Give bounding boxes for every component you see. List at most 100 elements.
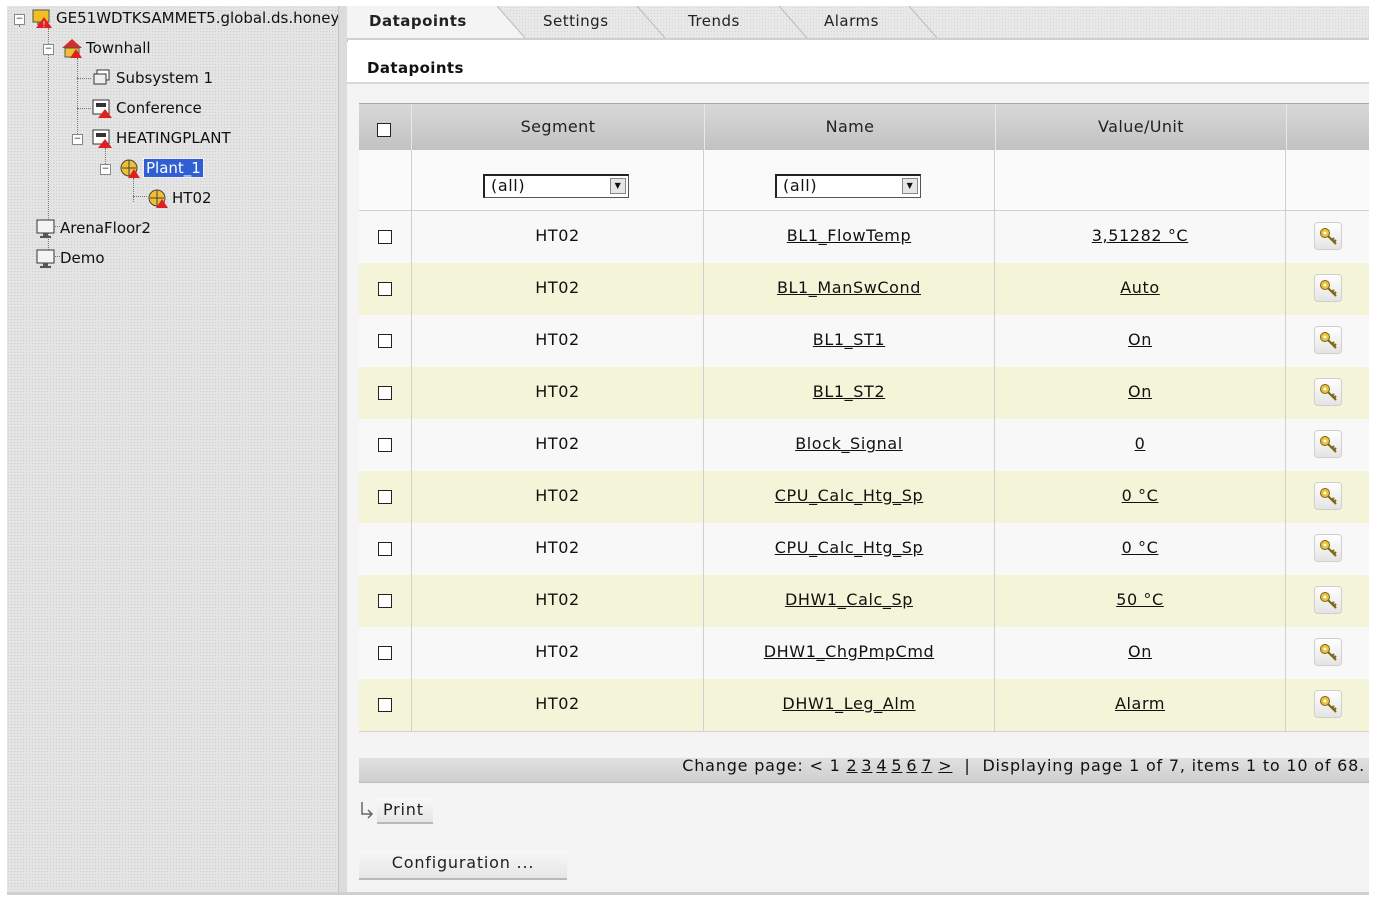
key-icon[interactable] <box>1313 430 1342 458</box>
pager-prev[interactable]: < <box>809 756 823 775</box>
datapoint-value-link[interactable]: Auto <box>1120 278 1160 297</box>
key-icon[interactable] <box>1313 638 1342 666</box>
row-checkbox[interactable] <box>378 593 392 608</box>
tree-item-subsystem-1[interactable]: Subsystem 1 <box>91 66 213 90</box>
collapse-toggle[interactable]: − <box>43 44 54 55</box>
row-checkbox[interactable] <box>378 489 392 504</box>
tab-label: Alarms <box>824 12 879 30</box>
datapoint-name-link[interactable]: Block_Signal <box>795 434 903 453</box>
row-checkbox[interactable] <box>378 645 392 660</box>
key-icon[interactable] <box>1313 274 1342 302</box>
tree-item-arenafloor2[interactable]: ArenaFloor2 <box>35 216 151 240</box>
tree-item-root[interactable]: ! GE51WDTKSAMMET5.global.ds.honey <box>31 6 339 30</box>
segment-cell: HT02 <box>412 627 704 679</box>
row-checkbox[interactable] <box>378 281 392 296</box>
pager-page-link[interactable]: 2 <box>846 756 857 775</box>
datapoint-name-link[interactable]: BL1_ST1 <box>813 330 885 349</box>
datapoint-value-link[interactable]: Alarm <box>1115 694 1165 713</box>
pager-next[interactable]: > <box>938 756 952 775</box>
datapoint-value-link[interactable]: On <box>1128 642 1152 661</box>
print-button[interactable]: Print <box>377 798 433 824</box>
row-checkbox[interactable] <box>378 541 392 556</box>
key-icon[interactable] <box>1313 378 1342 406</box>
pager-page-link[interactable]: 3 <box>861 756 872 775</box>
collapse-toggle[interactable]: − <box>72 134 83 145</box>
segment-cell: HT02 <box>412 471 704 523</box>
tab-settings[interactable]: Settings <box>543 6 609 38</box>
row-checkbox[interactable] <box>378 333 392 348</box>
row-select-cell <box>359 627 412 679</box>
svg-text:!: ! <box>42 20 45 29</box>
tree-item-townhall[interactable]: Townhall <box>61 36 151 60</box>
segment-alarm-icon <box>147 187 169 209</box>
key-icon[interactable] <box>1313 586 1342 614</box>
action-cell <box>1286 315 1369 367</box>
collapse-toggle[interactable]: − <box>14 14 25 25</box>
tree-label: GE51WDTKSAMMET5.global.ds.honey <box>56 9 340 27</box>
row-checkbox[interactable] <box>378 385 392 400</box>
row-checkbox[interactable] <box>378 229 392 244</box>
datapoint-name-link[interactable]: DHW1_Leg_Alm <box>782 694 915 713</box>
tree-item-plant-1[interactable]: Plant_1 <box>119 156 204 180</box>
column-header-name[interactable]: Name <box>704 104 995 150</box>
pager-page-link[interactable]: 5 <box>891 756 902 775</box>
action-cell <box>1286 367 1369 419</box>
chevron-down-icon: ▼ <box>610 178 626 194</box>
table-row: HT02 BL1_ST1 On <box>359 315 1369 368</box>
tab-trends[interactable]: Trends <box>688 6 740 38</box>
datapoint-value-link[interactable]: 0 °C <box>1122 538 1159 557</box>
tree-item-demo[interactable]: Demo <box>35 246 105 270</box>
datapoint-name-link[interactable]: BL1_FlowTemp <box>787 226 911 245</box>
tab-alarms[interactable]: Alarms <box>824 6 879 38</box>
configuration-button[interactable]: Configuration ... <box>359 850 567 880</box>
name-cell: DHW1_Leg_Alm <box>704 679 995 731</box>
table-row: HT02 DHW1_ChgPmpCmd On <box>359 627 1369 680</box>
select-all-checkbox[interactable] <box>377 120 391 138</box>
row-checkbox[interactable] <box>378 437 392 452</box>
key-icon[interactable] <box>1313 482 1342 510</box>
datapoint-name-link[interactable]: DHW1_Calc_Sp <box>785 590 913 609</box>
key-icon[interactable] <box>1313 222 1342 250</box>
row-select-cell <box>359 471 412 523</box>
pager-page-link[interactable]: 6 <box>906 756 917 775</box>
row-select-cell <box>359 575 412 627</box>
datapoint-name-link[interactable]: CPU_Calc_Htg_Sp <box>775 486 924 505</box>
datapoint-name-link[interactable]: DHW1_ChgPmpCmd <box>764 642 935 661</box>
column-header-segment[interactable]: Segment <box>411 104 704 150</box>
collapse-toggle[interactable]: − <box>100 164 111 175</box>
tree-item-ht02[interactable]: HT02 <box>147 186 212 210</box>
tab-datapoints[interactable]: Datapoints <box>347 6 525 38</box>
datapoint-value-link[interactable]: 0 <box>1135 434 1146 453</box>
datapoint-name-link[interactable]: BL1_ManSwCond <box>777 278 921 297</box>
datapoint-value-link[interactable]: On <box>1128 382 1152 401</box>
name-filter-select[interactable]: (all) ▼ <box>775 174 921 198</box>
datapoint-value-link[interactable]: 0 °C <box>1122 486 1159 505</box>
table-row: HT02 CPU_Calc_Htg_Sp 0 °C <box>359 471 1369 524</box>
segment-filter-select[interactable]: (all) ▼ <box>483 174 629 198</box>
datapoint-name-link[interactable]: CPU_Calc_Htg_Sp <box>775 538 924 557</box>
bottom-border <box>7 892 1369 895</box>
tree-label: Demo <box>60 249 105 267</box>
controller-alarm-icon <box>91 97 113 119</box>
key-icon[interactable] <box>1313 326 1342 354</box>
pager-page-link[interactable]: 4 <box>876 756 887 775</box>
pager-page-link[interactable]: 7 <box>921 756 932 775</box>
tree-item-conference[interactable]: Conference <box>91 96 202 120</box>
datapoint-value-link[interactable]: 50 °C <box>1116 590 1164 609</box>
filter-cell: (all) ▼ <box>412 150 704 210</box>
row-checkbox[interactable] <box>378 697 392 712</box>
row-select-cell <box>359 315 412 367</box>
column-header-value[interactable]: Value/Unit <box>995 104 1286 150</box>
tree-item-heatingplant[interactable]: HEATINGPLANT <box>91 126 231 150</box>
datapoint-value-link[interactable]: On <box>1128 330 1152 349</box>
key-icon[interactable] <box>1313 690 1342 718</box>
key-icon[interactable] <box>1313 534 1342 562</box>
print-arrow-icon <box>359 800 375 824</box>
filter-cell <box>995 150 1286 210</box>
action-cell <box>1286 263 1369 315</box>
tab-label: Settings <box>543 12 609 30</box>
datapoint-value-link[interactable]: 3,51282 °C <box>1092 226 1188 245</box>
segment-cell: HT02 <box>412 367 704 419</box>
action-cell <box>1286 471 1369 523</box>
datapoint-name-link[interactable]: BL1_ST2 <box>813 382 885 401</box>
